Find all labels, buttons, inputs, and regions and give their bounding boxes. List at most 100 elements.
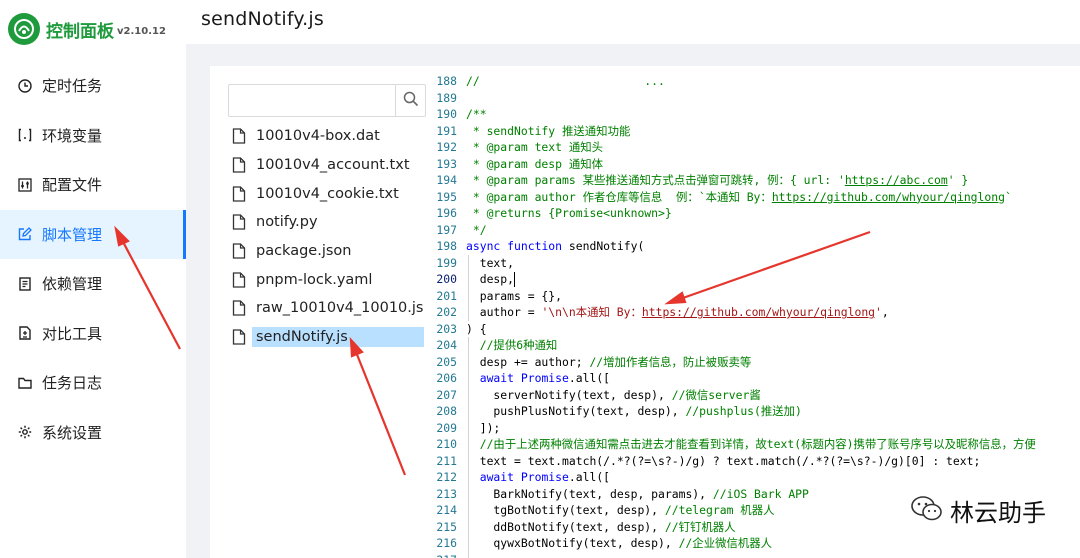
- sidebar-item-env[interactable]: 环境变量: [0, 111, 186, 161]
- file-item-selected[interactable]: sendNotify.js: [228, 323, 426, 352]
- code-area[interactable]: // ... /** * sendNotify 推送通知功能 * @param …: [466, 66, 1080, 558]
- code-line: * @param text 通知头: [466, 140, 604, 154]
- code-line: desp,: [466, 272, 515, 286]
- sidebar-nav: 定时任务 环境变量 配置文件 脚本管理 依赖管理 对比工具 任务日志 系统设置: [0, 61, 186, 457]
- line-number: 204: [436, 338, 457, 352]
- line-number: 212: [436, 470, 457, 484]
- file-tree: 10010v4-box.dat 10010v4_account.txt 1001…: [228, 122, 426, 352]
- code-line: * @param author 作者仓库等信息 例：`本通知 By：https:…: [466, 189, 1012, 204]
- sidebar-item-diff[interactable]: 对比工具: [0, 309, 186, 359]
- line-number: 189: [436, 90, 457, 105]
- file-icon: [232, 186, 246, 202]
- file-icon: [232, 329, 246, 345]
- sidebar-item-config[interactable]: 配置文件: [0, 160, 186, 210]
- code-line: * @returns {Promise<unknown>}: [466, 206, 672, 220]
- file-name: sendNotify.js: [252, 327, 424, 348]
- line-number: 206: [436, 371, 457, 385]
- code-line: serverNotify(text, desp), //微信server酱: [466, 387, 761, 402]
- line-number: 217: [428, 552, 457, 558]
- sidebar-item-label: 脚本管理: [42, 225, 103, 244]
- line-number: 207: [436, 387, 457, 402]
- code-line: // ...: [466, 74, 748, 88]
- line-number: 201: [436, 288, 457, 303]
- code-line: /**: [466, 107, 487, 121]
- code-line: ]);: [466, 420, 501, 435]
- app-version: v2.10.12: [117, 25, 166, 37]
- file-item[interactable]: package.json: [228, 237, 426, 266]
- page-header: sendNotify.js: [186, 0, 1080, 44]
- gear-icon: [17, 424, 33, 440]
- code-line: ddBotNotify(text, desp), //钉钉机器人: [466, 519, 736, 534]
- line-number: 191: [436, 123, 457, 138]
- file-name: pnpm-lock.yaml: [256, 271, 373, 288]
- folder-icon: [17, 375, 33, 391]
- search-button[interactable]: [395, 84, 425, 117]
- app-logo[interactable]: 控制面板 v2.10.12: [8, 12, 166, 46]
- file-icon: [232, 214, 246, 231]
- file-search: [228, 84, 426, 117]
- code-line: text = text.match(/.*?(?=\s?-)/g) ? text…: [466, 453, 981, 468]
- code-line: await Promise.all([: [479, 470, 611, 484]
- line-number: 196: [436, 206, 457, 220]
- sidebar-item-settings[interactable]: 系统设置: [0, 408, 186, 458]
- line-number: 208: [436, 404, 457, 418]
- sidebar-item-logs[interactable]: 任务日志: [0, 358, 186, 408]
- line-numbers: 188 189 190 191 192 193 194 195 196 197 198 199 200 2…: [428, 66, 464, 558]
- line-number: 205: [436, 354, 457, 369]
- file-item[interactable]: raw_10010v4_10010.js: [228, 294, 426, 323]
- line-number: 215: [436, 519, 457, 534]
- file-name: notify.py: [256, 214, 318, 231]
- line-number: 199: [436, 255, 457, 270]
- line-number: 194: [436, 173, 457, 187]
- code-line: async function sendNotify(: [466, 239, 645, 253]
- file-item[interactable]: notify.py: [228, 208, 426, 237]
- file-item[interactable]: 10010v4_account.txt: [228, 151, 426, 180]
- line-number: 197: [436, 222, 457, 237]
- watermark-text: 林云助手: [950, 499, 1046, 527]
- line-number: 193: [436, 156, 457, 171]
- file-item[interactable]: 10010v4_cookie.txt: [228, 179, 426, 208]
- code-line: //提供6种通知: [479, 338, 558, 352]
- code-line: ) {: [466, 321, 487, 336]
- line-number: 195: [436, 189, 457, 204]
- file-item[interactable]: pnpm-lock.yaml: [228, 265, 426, 294]
- wechat-icon: [910, 495, 944, 527]
- app-title: 控制面板: [46, 21, 114, 42]
- file-name: raw_10010v4_10010.js: [256, 300, 424, 317]
- file-item[interactable]: 10010v4-box.dat: [228, 122, 426, 151]
- code-line: text,: [466, 255, 515, 270]
- code-line: author = '\n\n本通知 By：https://github.com/…: [466, 305, 889, 319]
- code-line: * @param desp 通知体: [466, 156, 604, 171]
- line-number: 190: [436, 107, 457, 121]
- sidebar-item-scripts[interactable]: 脚本管理: [0, 209, 186, 259]
- code-line: await Promise.all([: [479, 371, 611, 385]
- code-line: pushPlusNotify(text, desp), //pushplus(推…: [466, 404, 802, 418]
- line-number: 203: [436, 321, 457, 336]
- watermark: 林云助手: [910, 493, 1046, 528]
- line-number: 209: [436, 420, 457, 435]
- text-caret: [514, 272, 515, 287]
- sidebar-item-cron[interactable]: 定时任务: [0, 61, 186, 111]
- code-editor[interactable]: 188 189 190 191 192 193 194 195 196 197 198 199 200 2…: [428, 66, 1080, 558]
- line-number: 188: [436, 74, 457, 88]
- file-name: 10010v4_account.txt: [256, 157, 410, 174]
- sidebar-item-label: 配置文件: [42, 176, 103, 195]
- sliders-icon: [17, 177, 33, 193]
- sidebar-item-label: 任务日志: [42, 374, 103, 393]
- code-line: * @param params 某些推送通知方式点击弹窗可跳转, 例：{ url…: [466, 173, 969, 187]
- code-line: ...: [466, 552, 514, 558]
- file-icon: [232, 272, 246, 288]
- code-line: BarkNotify(text, desp, params), //iOS Ba…: [466, 486, 809, 501]
- search-icon: [403, 91, 419, 111]
- search-input[interactable]: [233, 89, 391, 113]
- variable-icon: [17, 127, 33, 143]
- code-line: */: [466, 222, 487, 237]
- line-number: 213: [436, 486, 457, 501]
- line-number: 202: [436, 305, 457, 319]
- file-name: 10010v4-box.dat: [256, 128, 380, 145]
- sidebar-item-label: 依赖管理: [42, 275, 103, 294]
- line-number: 200: [436, 272, 457, 286]
- file-icon: [232, 243, 246, 259]
- line-number: 211: [436, 453, 457, 468]
- sidebar-item-dependencies[interactable]: 依赖管理: [0, 259, 186, 309]
